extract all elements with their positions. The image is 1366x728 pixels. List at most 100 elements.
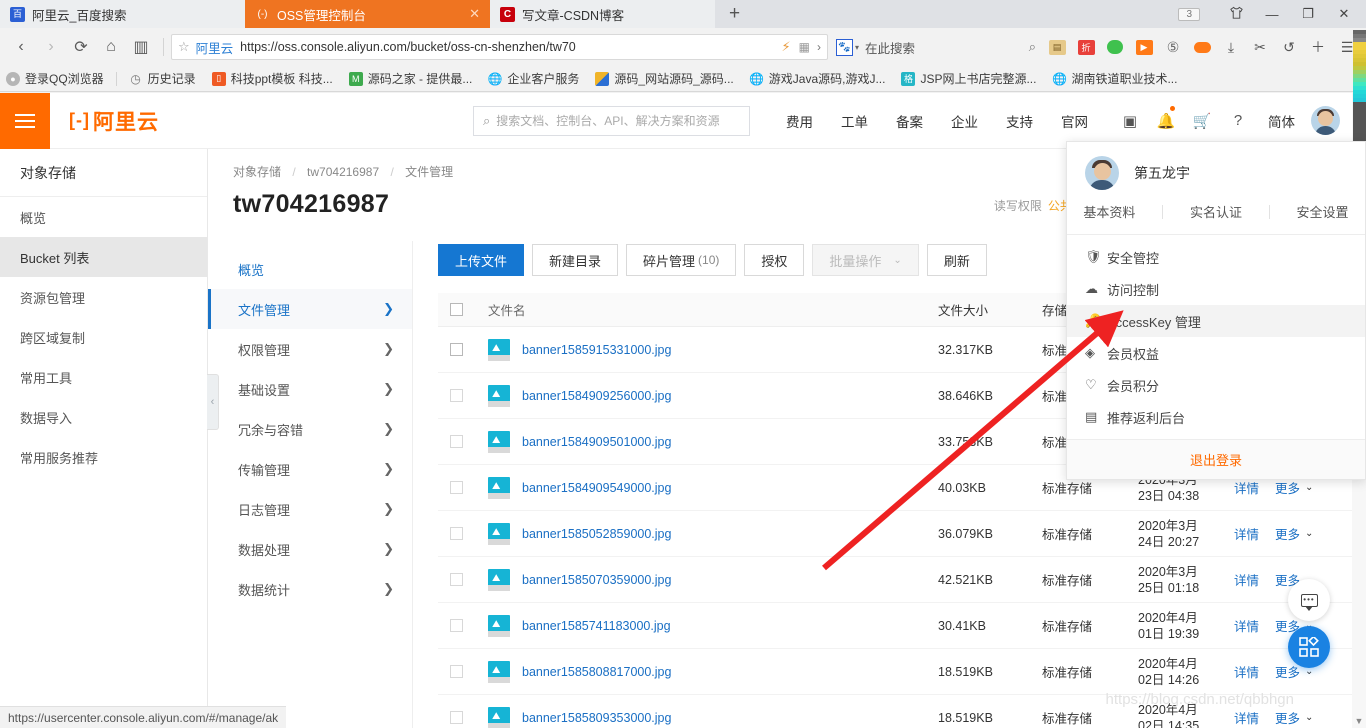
feedback-chat-button[interactable]: •••: [1288, 579, 1330, 621]
row-checkbox[interactable]: [450, 343, 463, 356]
bookmark-history[interactable]: ◷ 历史记录: [129, 70, 195, 87]
file-link[interactable]: banner1585809353000.jpg: [522, 711, 671, 725]
bookmark-enterprise-service[interactable]: 🌐 企业客户服务: [488, 70, 579, 87]
nav-item-fee[interactable]: 费用: [772, 111, 827, 131]
lightning-icon[interactable]: ⚡: [782, 39, 791, 55]
menu-item-member-benefits[interactable]: ◈ 会员权益: [1067, 337, 1365, 369]
add-icon[interactable]: ＋: [1305, 34, 1331, 60]
file-link[interactable]: banner1585741183000.jpg: [522, 619, 671, 633]
link-basic-profile[interactable]: 基本资料: [1077, 202, 1141, 221]
batch-operation-button[interactable]: 批量操作 ⌄: [812, 244, 919, 276]
row-checkbox[interactable]: [450, 619, 463, 632]
search-box[interactable]: 🐾 ▾ 在此搜索 ⌕: [836, 34, 1036, 60]
sidebar-item-data-import[interactable]: 数据导入: [0, 397, 207, 437]
apps-grid-button[interactable]: [1288, 626, 1330, 668]
tab-count-badge[interactable]: 3: [1178, 7, 1200, 21]
row-checkbox[interactable]: [450, 435, 463, 448]
bucket-nav-file-management[interactable]: 文件管理 ❯: [208, 289, 412, 329]
sidebar-item-overview[interactable]: 概览: [0, 197, 207, 237]
bell-icon[interactable]: 🔔: [1148, 105, 1184, 130]
breadcrumb-item-file-management[interactable]: 文件管理: [405, 165, 453, 179]
avatar[interactable]: [1311, 106, 1340, 135]
home-icon[interactable]: ⌂: [96, 32, 126, 62]
discount-icon[interactable]: 折: [1073, 34, 1099, 60]
bucket-nav-log[interactable]: 日志管理 ❯: [208, 489, 412, 529]
sidebar-item-recommended-services[interactable]: 常用服务推荐: [0, 437, 207, 477]
row-checkbox-cell[interactable]: [438, 481, 488, 494]
undo-icon[interactable]: ↺: [1276, 34, 1302, 60]
download-icon[interactable]: ⤓: [1218, 34, 1244, 60]
row-checkbox[interactable]: [450, 481, 463, 494]
detail-link[interactable]: 详情: [1234, 570, 1259, 589]
minimize-button[interactable]: —: [1254, 7, 1290, 22]
search-input[interactable]: 在此搜索: [865, 38, 1029, 57]
row-checkbox-cell[interactable]: [438, 343, 488, 356]
bucket-nav-overview[interactable]: 概览: [208, 249, 412, 289]
nav-item-support[interactable]: 支持: [992, 111, 1047, 131]
sidebar-item-cross-region-replication[interactable]: 跨区域复制: [0, 317, 207, 357]
row-checkbox[interactable]: [450, 665, 463, 678]
select-all-checkbox-cell[interactable]: [438, 303, 488, 316]
nav-item-enterprise[interactable]: 企业: [937, 111, 992, 131]
coin-icon[interactable]: ⑤: [1160, 34, 1186, 60]
table-row[interactable]: ⛰ banner1585808817000.jpg 18.519KB 标准存储 …: [438, 649, 1352, 695]
file-link[interactable]: banner1585070359000.jpg: [522, 573, 671, 587]
bucket-nav-permission[interactable]: 权限管理 ❯: [208, 329, 412, 369]
nav-item-ticket[interactable]: 工单: [827, 111, 882, 131]
file-link[interactable]: banner1585915331000.jpg: [522, 343, 671, 357]
bucket-nav-statistics[interactable]: 数据统计 ❯: [208, 569, 412, 609]
table-row[interactable]: ⛰ banner1585070359000.jpg 42.521KB 标准存储 …: [438, 557, 1352, 603]
menu-item-security-control[interactable]: 🛡 安全管控: [1067, 241, 1365, 273]
wechat-icon[interactable]: [1102, 34, 1128, 60]
url-text[interactable]: https://oss.console.aliyun.com/bucket/os…: [240, 40, 777, 54]
address-bar[interactable]: ☆ 阿里云 https://oss.console.aliyun.com/buc…: [171, 34, 828, 60]
bookmark-hunan-railway[interactable]: 🌐 湖南铁道职业技术...: [1052, 70, 1177, 87]
detail-link[interactable]: 详情: [1234, 662, 1259, 681]
scissors-icon[interactable]: ✂: [1247, 34, 1273, 60]
menu-toggle-button[interactable]: [0, 93, 50, 149]
new-tab-button[interactable]: +: [715, 0, 754, 28]
bucket-nav-basic-settings[interactable]: 基础设置 ❯: [208, 369, 412, 409]
bookmark-game-java[interactable]: 🌐 游戏Java源码,游戏J...: [749, 70, 885, 87]
sidebar-item-bucket-list[interactable]: Bucket 列表: [0, 237, 207, 277]
more-link[interactable]: 更多: [1275, 662, 1300, 681]
skin-icon[interactable]: [1218, 6, 1254, 23]
link-security-settings[interactable]: 安全设置: [1291, 202, 1355, 221]
upload-file-button[interactable]: 上传文件: [438, 244, 525, 276]
bucket-nav-transfer[interactable]: 传输管理 ❯: [208, 449, 412, 489]
more-link[interactable]: 更多: [1275, 478, 1300, 497]
detail-link[interactable]: 详情: [1234, 708, 1259, 727]
row-checkbox-cell[interactable]: [438, 435, 488, 448]
logout-link[interactable]: 退出登录: [1190, 450, 1242, 469]
menu-item-access-control[interactable]: ☁ 访问控制: [1067, 273, 1365, 305]
browser-tab-2-active[interactable]: (-) OSS管理控制台 ✕: [245, 0, 490, 28]
bookmark-ppt-template[interactable]: ▯ 科技ppt模板 科技...: [211, 70, 333, 87]
aliyun-logo[interactable]: [-] 阿里云: [69, 106, 159, 136]
fragment-management-button[interactable]: 碎片管理 (10): [626, 244, 737, 276]
chevron-down-icon[interactable]: ⌄: [1305, 712, 1313, 723]
file-link[interactable]: banner1584909501000.jpg: [522, 435, 671, 449]
bookmark-star-icon[interactable]: ☆: [178, 39, 190, 55]
sidebar-item-resource-package[interactable]: 资源包管理: [0, 277, 207, 317]
help-icon[interactable]: ?: [1220, 112, 1256, 129]
forward-icon[interactable]: ›: [36, 32, 66, 62]
row-checkbox[interactable]: [450, 573, 463, 586]
file-link[interactable]: banner1584909256000.jpg: [522, 389, 671, 403]
row-checkbox[interactable]: [450, 389, 463, 402]
video-icon[interactable]: ▶: [1131, 34, 1157, 60]
chevron-right-icon[interactable]: ›: [817, 40, 821, 54]
browser-tab-1[interactable]: 百 阿里云_百度搜索: [0, 0, 245, 28]
table-row[interactable]: ⛰ banner1585052859000.jpg 36.079KB 标准存储 …: [438, 511, 1352, 557]
bucket-nav-data-processing[interactable]: 数据处理 ❯: [208, 529, 412, 569]
menu-item-rebate-console[interactable]: ▤ 推荐返利后台: [1067, 401, 1365, 433]
breadcrumb-item-bucket[interactable]: tw704216987: [307, 165, 379, 179]
row-checkbox-cell[interactable]: [438, 665, 488, 678]
bookmark-jsp-bookstore[interactable]: 格 JSP网上书店完整源...: [901, 70, 1036, 87]
row-checkbox-cell[interactable]: [438, 619, 488, 632]
reader-mode-icon[interactable]: ▥: [126, 32, 156, 62]
language-switch[interactable]: 简体: [1256, 111, 1307, 131]
bucket-nav-redundancy[interactable]: 冗余与容错 ❯: [208, 409, 412, 449]
row-checkbox-cell[interactable]: [438, 711, 488, 724]
search-icon[interactable]: ⌕: [1029, 39, 1036, 55]
cart-icon[interactable]: 🛒: [1184, 112, 1220, 130]
